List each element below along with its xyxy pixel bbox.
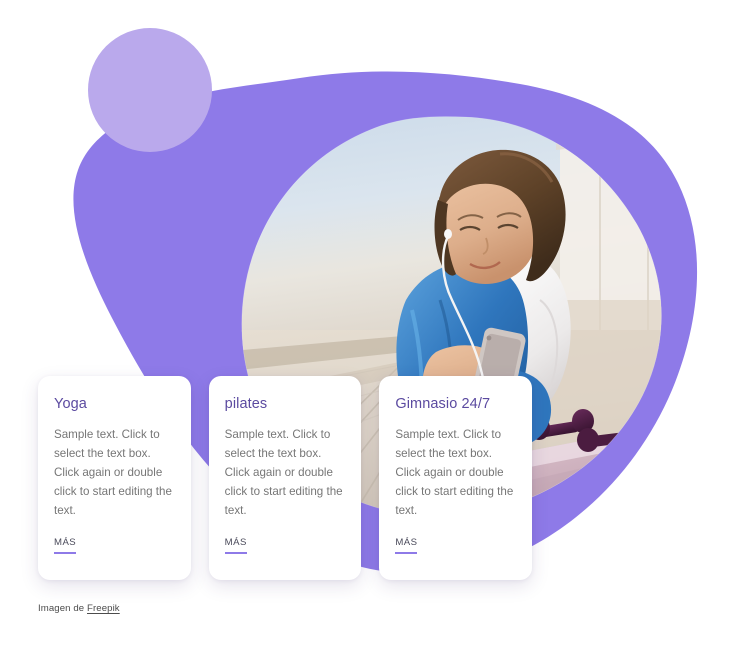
card-title: Yoga <box>54 396 87 412</box>
light-purple-circle <box>88 28 212 152</box>
feature-cards-row: Yoga Sample text. Click to select the te… <box>38 376 533 580</box>
credit-prefix: Imagen de <box>38 603 88 614</box>
card-more-link[interactable]: MÁS <box>224 537 247 554</box>
credit-link[interactable]: Freepik <box>87 603 120 614</box>
card-title: Gimnasio 24/7 <box>395 396 491 412</box>
card-pilates[interactable]: pilates Sample text. Click to select the… <box>208 376 362 580</box>
card-gimnasio[interactable]: Gimnasio 24/7 Sample text. Click to sele… <box>379 376 533 580</box>
card-more-link[interactable]: MÁS <box>54 537 77 554</box>
card-title: pilates <box>224 396 268 412</box>
card-more-link[interactable]: MÁS <box>395 537 418 554</box>
card-body: Sample text. Click to select the text bo… <box>224 428 343 517</box>
page-root: Yoga Sample text. Click to select the te… <box>0 0 750 655</box>
card-yoga[interactable]: Yoga Sample text. Click to select the te… <box>38 376 191 580</box>
card-body: Sample text. Click to select the text bo… <box>54 428 172 517</box>
card-body: Sample text. Click to select the text bo… <box>395 428 514 517</box>
image-credit: Imagen de Freepik <box>38 603 120 614</box>
